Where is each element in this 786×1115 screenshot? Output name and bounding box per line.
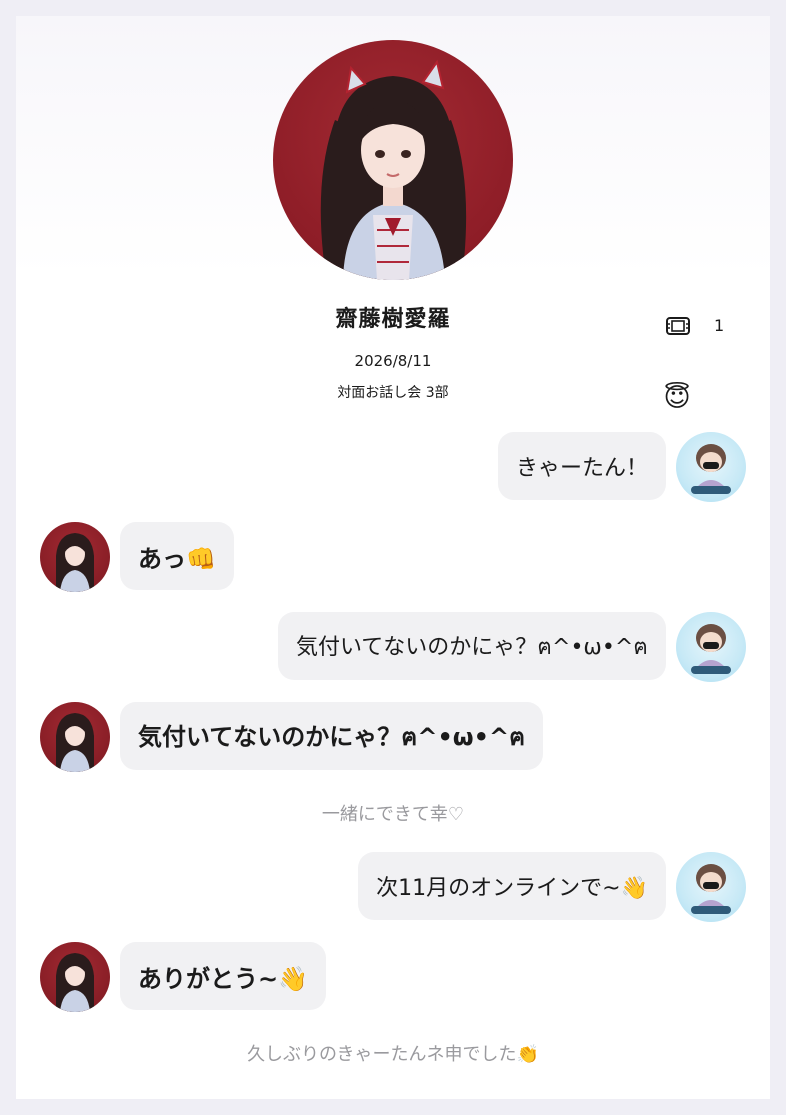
event-date: 2026/8/11 <box>354 352 432 370</box>
chat-card: 齋藤樹愛羅 2026/8/11 対面お話し会 3部 1 😇 きゃーたん！ あっ👊 <box>16 16 770 1099</box>
idol-avatar-icon <box>56 953 94 1012</box>
message-text: あっ👊 <box>138 544 216 573</box>
message-text: 気付いてないのかにゃ？ฅ^•ω•^ฅ <box>138 722 526 751</box>
fan-avatar[interactable] <box>676 612 746 682</box>
message-bubble: 次11月のオンラインで~👋 <box>358 852 666 920</box>
message-bubble: きゃーたん！ <box>497 432 666 500</box>
idol-name: 齋藤樹愛羅 <box>335 307 451 332</box>
idol-avatar[interactable] <box>40 942 110 1012</box>
idol-profile-photo <box>273 40 513 280</box>
message-bubble: ありがとう~👋 <box>120 942 326 1010</box>
idol-portrait-icon <box>320 59 467 280</box>
message-bubble: 気付いてないのかにゃ？ฅ^•ω•^ฅ <box>120 702 544 770</box>
idol-avatar-icon <box>56 533 94 592</box>
idol-avatar-icon <box>56 713 94 772</box>
message-bubble: 気付いてないのかにゃ？ฅ^•ω•^ฅ <box>277 612 666 680</box>
angel-sticker-icon: 😇 <box>663 383 691 413</box>
message-text: 気付いてないのかにゃ？ฅ^•ω•^ฅ <box>295 634 648 660</box>
event-title: 対面お話し会 3部 <box>337 385 449 401</box>
memo-note: 一緒にできて幸♡ <box>321 804 465 825</box>
message-text: 次11月のオンラインで~👋 <box>376 876 648 901</box>
message-text: ありがとう~👋 <box>138 964 308 993</box>
fan-avatar-icon <box>691 624 731 674</box>
idol-avatar[interactable] <box>40 522 110 592</box>
ticket-count: 1 <box>714 316 725 335</box>
ticket-icon[interactable] <box>665 316 691 336</box>
message-bubble: あっ👊 <box>120 522 234 590</box>
fan-avatar-icon <box>691 864 731 914</box>
message-text: きゃーたん！ <box>515 456 648 481</box>
fan-avatar[interactable] <box>676 432 746 502</box>
fan-avatar[interactable] <box>676 852 746 922</box>
memo-note: 久しぶりのきゃーたんネ申でした👏 <box>247 1044 539 1065</box>
idol-avatar[interactable] <box>40 702 110 772</box>
fan-avatar-icon <box>691 444 731 494</box>
